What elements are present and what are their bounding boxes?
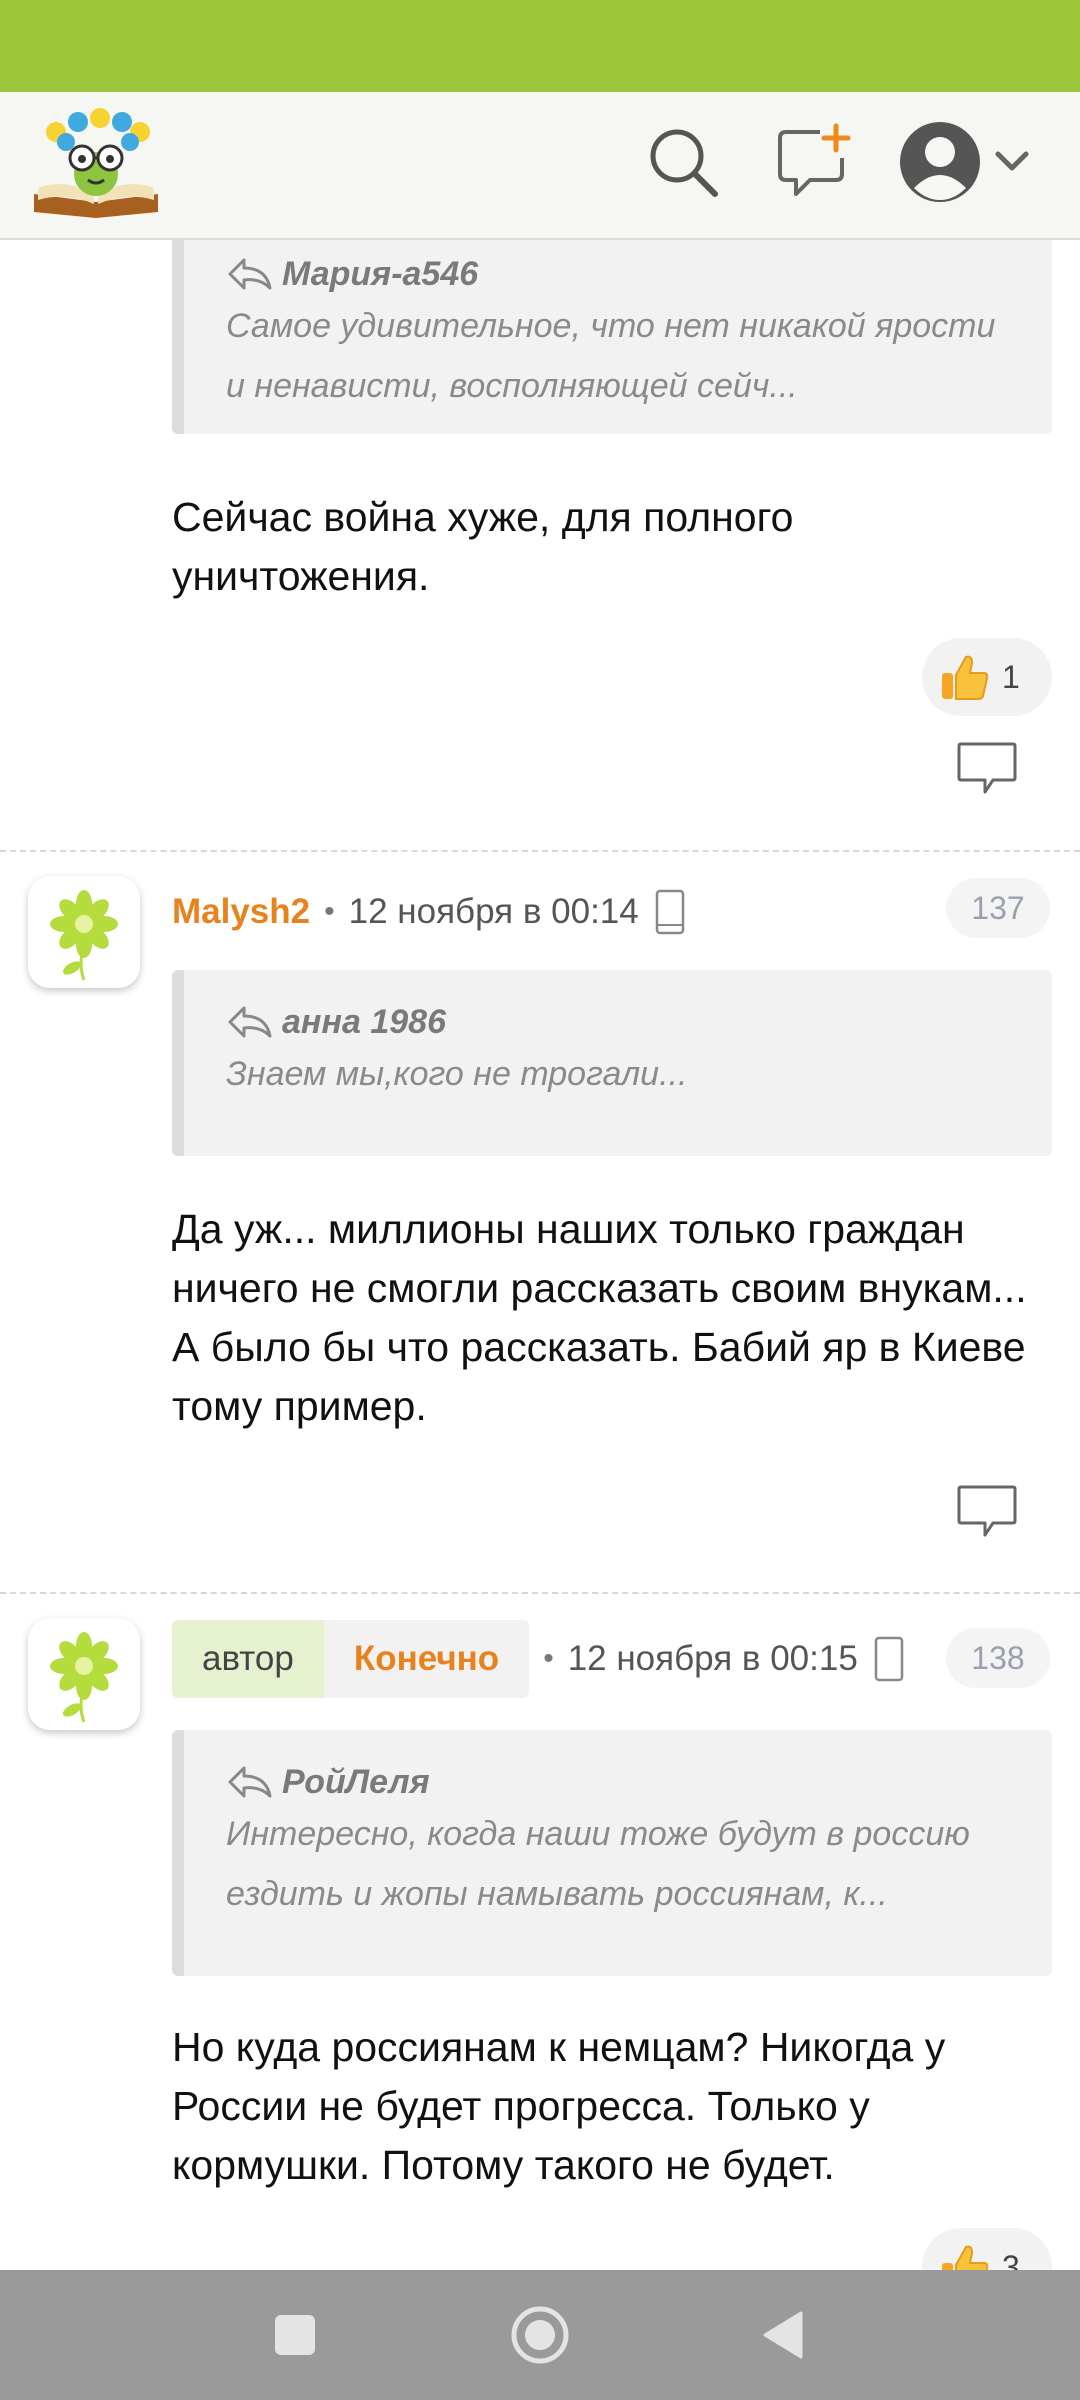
comment-divider (0, 850, 1080, 852)
thumbs-up-icon (942, 2245, 989, 2270)
separator-dot: • (324, 895, 335, 928)
comment-divider (0, 1592, 1080, 1594)
comment-bubble-icon (957, 1485, 1017, 1537)
app-header (0, 92, 1080, 240)
new-message-icon (778, 123, 851, 196)
separator-dot: • (543, 1642, 554, 1675)
comment-text: Но куда россиянам к немцам? Никогда у Ро… (172, 2024, 946, 2188)
author-role-label: автор (172, 1620, 324, 1698)
home-circle-icon (511, 2306, 569, 2364)
reply-arrow-icon (228, 258, 272, 290)
site-logo[interactable] (30, 108, 162, 218)
quoted-text-line: и ненависти, восполняющей сейч... (226, 367, 798, 405)
quoted-author: анна 1986 (282, 1002, 446, 1041)
search-button[interactable] (643, 122, 723, 202)
flower-avatar-icon (50, 1632, 118, 1723)
comment-number-badge[interactable]: 137 (946, 878, 1050, 938)
comment-number-badge[interactable]: 138 (946, 1628, 1050, 1688)
quoted-text-line: Знаем мы,кого не трогали... (226, 1055, 688, 1093)
comment-meta: Malysh2 • 12 ноября в 00:14 (172, 882, 687, 942)
comment-text: Да уж... миллионы наших только граждан н… (172, 1206, 1027, 1429)
reply-button[interactable] (955, 740, 1019, 796)
reply-arrow-icon (228, 1006, 272, 1038)
profile-menu-button[interactable] (898, 118, 1048, 208)
quoted-text-line: Самое удивительное, что нет никакой ярос… (226, 307, 996, 345)
like-button[interactable]: 1 (922, 638, 1052, 716)
like-count: 1 (1002, 658, 1020, 695)
avatar[interactable] (28, 1618, 140, 1730)
mobile-device-icon (655, 889, 684, 935)
comment-text: Сейчас война хуже, для полного уничтожен… (172, 494, 794, 599)
reply-button[interactable] (955, 1483, 1019, 1539)
quoted-reply[interactable]: Мария-а546 Самое удивительное, что нет н… (172, 240, 1052, 434)
quoted-text-line: ездить и жопы намывать россиянам, к... (226, 1875, 888, 1913)
like-count: 3 (1002, 2248, 1020, 2271)
mobile-device-icon (874, 1636, 904, 1682)
quoted-author: Мария-а546 (282, 254, 479, 293)
quoted-reply[interactable]: анна 1986 Знаем мы,кого не трогали... (172, 970, 1052, 1156)
back-button[interactable] (748, 2300, 818, 2370)
status-bar (0, 0, 1080, 92)
chevron-down-icon (995, 151, 1029, 171)
new-message-button[interactable] (774, 122, 854, 202)
quoted-text-line: Интересно, когда наши тоже будут в росси… (226, 1815, 970, 1853)
profile-avatar-icon (900, 122, 980, 202)
flower-avatar-icon (50, 890, 118, 981)
recents-button[interactable] (260, 2300, 330, 2370)
avatar[interactable] (28, 876, 140, 988)
quoted-reply[interactable]: РойЛеля Интересно, когда наши тоже будут… (172, 1730, 1052, 1976)
author-chip[interactable]: автор Конечно (172, 1620, 530, 1698)
quoted-author: РойЛеля (282, 1762, 430, 1801)
back-triangle-icon (763, 2311, 803, 2359)
home-button[interactable] (505, 2300, 575, 2370)
timestamp[interactable]: 12 ноября в 00:14 (349, 892, 639, 932)
recents-square-icon (275, 2315, 315, 2355)
username[interactable]: Malysh2 (172, 892, 310, 932)
timestamp[interactable]: 12 ноября в 00:15 (568, 1639, 858, 1679)
search-icon (650, 129, 718, 197)
system-nav-bar (0, 2270, 1080, 2400)
comment-bubble-icon (957, 742, 1017, 794)
thumbs-up-icon (942, 655, 989, 700)
comments-feed[interactable]: Мария-а546 Самое удивительное, что нет н… (0, 240, 1080, 2270)
reply-arrow-icon (228, 1766, 272, 1798)
like-button[interactable]: 3 (922, 2228, 1052, 2270)
comment-meta: автор Конечно • 12 ноября в 00:15 (172, 1620, 912, 1698)
username: Конечно (323, 1620, 530, 1698)
